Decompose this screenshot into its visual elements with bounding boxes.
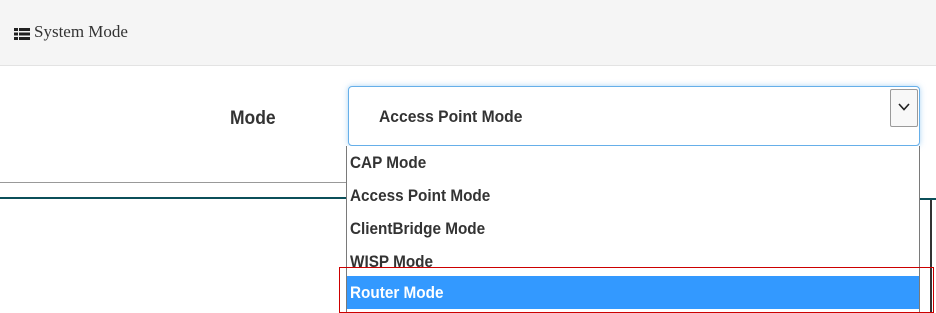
system-mode-page: System Mode Mode Access Point Mode CAP M… bbox=[0, 0, 936, 313]
option-cap-mode[interactable]: CAP Mode bbox=[347, 146, 919, 179]
list-icon bbox=[14, 28, 30, 40]
option-router-mode[interactable]: Router Mode bbox=[347, 276, 919, 309]
mode-select-value: Access Point Mode bbox=[379, 107, 523, 126]
section-title: System Mode bbox=[34, 22, 128, 41]
divider-line bbox=[0, 182, 348, 183]
panel-right-border bbox=[930, 200, 932, 313]
panel-top-border-right bbox=[920, 198, 936, 200]
section-header: System Mode bbox=[0, 0, 936, 66]
dropdown-toggle-button[interactable] bbox=[890, 89, 918, 127]
option-access-point-mode[interactable]: Access Point Mode bbox=[347, 179, 919, 212]
chevron-down-icon bbox=[898, 103, 910, 111]
panel-top-border bbox=[0, 197, 348, 199]
mode-select[interactable]: Access Point Mode bbox=[348, 86, 920, 146]
mode-options-list: CAP Mode Access Point Mode ClientBridge … bbox=[346, 146, 920, 313]
mode-label: Mode bbox=[230, 108, 276, 129]
option-wisp-mode[interactable]: WISP Mode bbox=[347, 245, 919, 278]
option-clientbridge-mode[interactable]: ClientBridge Mode bbox=[347, 212, 919, 245]
